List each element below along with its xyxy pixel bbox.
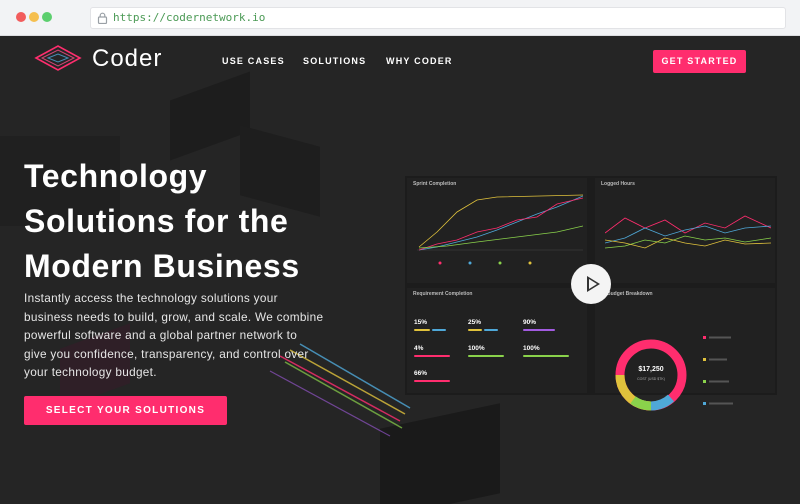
nav-solutions[interactable]: SOLUTIONS [303, 56, 366, 66]
hero-title-line: Modern Business [24, 248, 300, 284]
stat-bar [432, 329, 446, 331]
sprint-panel: Sprint Completion [407, 178, 587, 283]
close-window-icon[interactable] [16, 12, 26, 22]
hero-body-line: powerful software and a global partner n… [24, 328, 298, 342]
hero-body-line: business needs to build, grow, and scale… [24, 309, 324, 324]
stat-bar [468, 355, 504, 357]
get-started-button[interactable]: GET STARTED [653, 50, 746, 73]
hero-body-line: your technology budget. [24, 365, 157, 379]
stat-bar [523, 329, 555, 331]
hero-title-line: Technology [24, 158, 208, 194]
panel-title: Sprint Completion [413, 181, 457, 187]
requirement-panel: Requirement Completion [407, 288, 587, 393]
panel-title: Logged Hours [601, 181, 635, 187]
hero-body-line: give you confidence, transparency, and c… [24, 346, 309, 361]
donut-amount: $17,250 [638, 366, 664, 373]
sprint-legend [438, 261, 532, 265]
address-bar[interactable]: https://codernetwork.io [90, 7, 786, 29]
hero-title: Technology Solutions for the Modern Busi… [24, 154, 344, 289]
minimize-window-icon[interactable] [29, 12, 39, 22]
browser-toolbar: https://codernetwork.io [0, 0, 800, 36]
hours-panel: Logged Hours [595, 178, 775, 283]
nav-use-cases[interactable]: USE CASES [222, 56, 285, 66]
stat-value: 66% [414, 370, 428, 377]
panel-title: Requirement Completion [413, 291, 473, 297]
panel-title: Budget Breakdown [607, 291, 653, 297]
stat-bar [484, 329, 498, 331]
donut-label: COST (USD $TK) [637, 377, 665, 381]
stat-bar [414, 329, 430, 331]
budget-legend [703, 336, 733, 405]
hours-line-chart [605, 215, 771, 249]
nav-why-coder[interactable]: WHY CODER [386, 56, 453, 66]
coder-logo-icon[interactable] [32, 43, 84, 73]
stat-value: 4% [414, 345, 424, 352]
play-icon [587, 276, 600, 292]
website: Coder USE CASES SOLUTIONS WHY CODER GET … [0, 36, 800, 504]
maximize-window-icon[interactable] [42, 12, 52, 22]
lock-icon [97, 12, 108, 24]
hero-title-line: Solutions for the [24, 203, 289, 239]
sprint-line-chart [417, 194, 583, 251]
stat-value: 100% [468, 345, 485, 352]
url-text: https://codernetwork.io [113, 11, 266, 24]
budget-donut-chart [615, 339, 687, 411]
hero-description: Instantly access the technology solution… [24, 289, 334, 382]
stat-bar [468, 329, 482, 331]
play-video-button[interactable] [571, 264, 611, 304]
select-solutions-button[interactable]: SELECT YOUR SOLUTIONS [24, 396, 227, 425]
brand-name[interactable]: Coder [92, 45, 162, 73]
browser-window: https://codernetwork.io Coder USE CASES … [0, 0, 800, 504]
stat-bar [414, 355, 450, 357]
hero-body-line: Instantly access the technology solution… [24, 291, 278, 305]
stat-value: 25% [468, 319, 482, 326]
stat-value: 15% [414, 319, 428, 326]
stat-bar [523, 355, 569, 357]
bg-cube [170, 71, 250, 161]
stat-value: 90% [523, 319, 537, 326]
stat-value: 100% [523, 345, 540, 352]
stat-bar [414, 380, 450, 382]
